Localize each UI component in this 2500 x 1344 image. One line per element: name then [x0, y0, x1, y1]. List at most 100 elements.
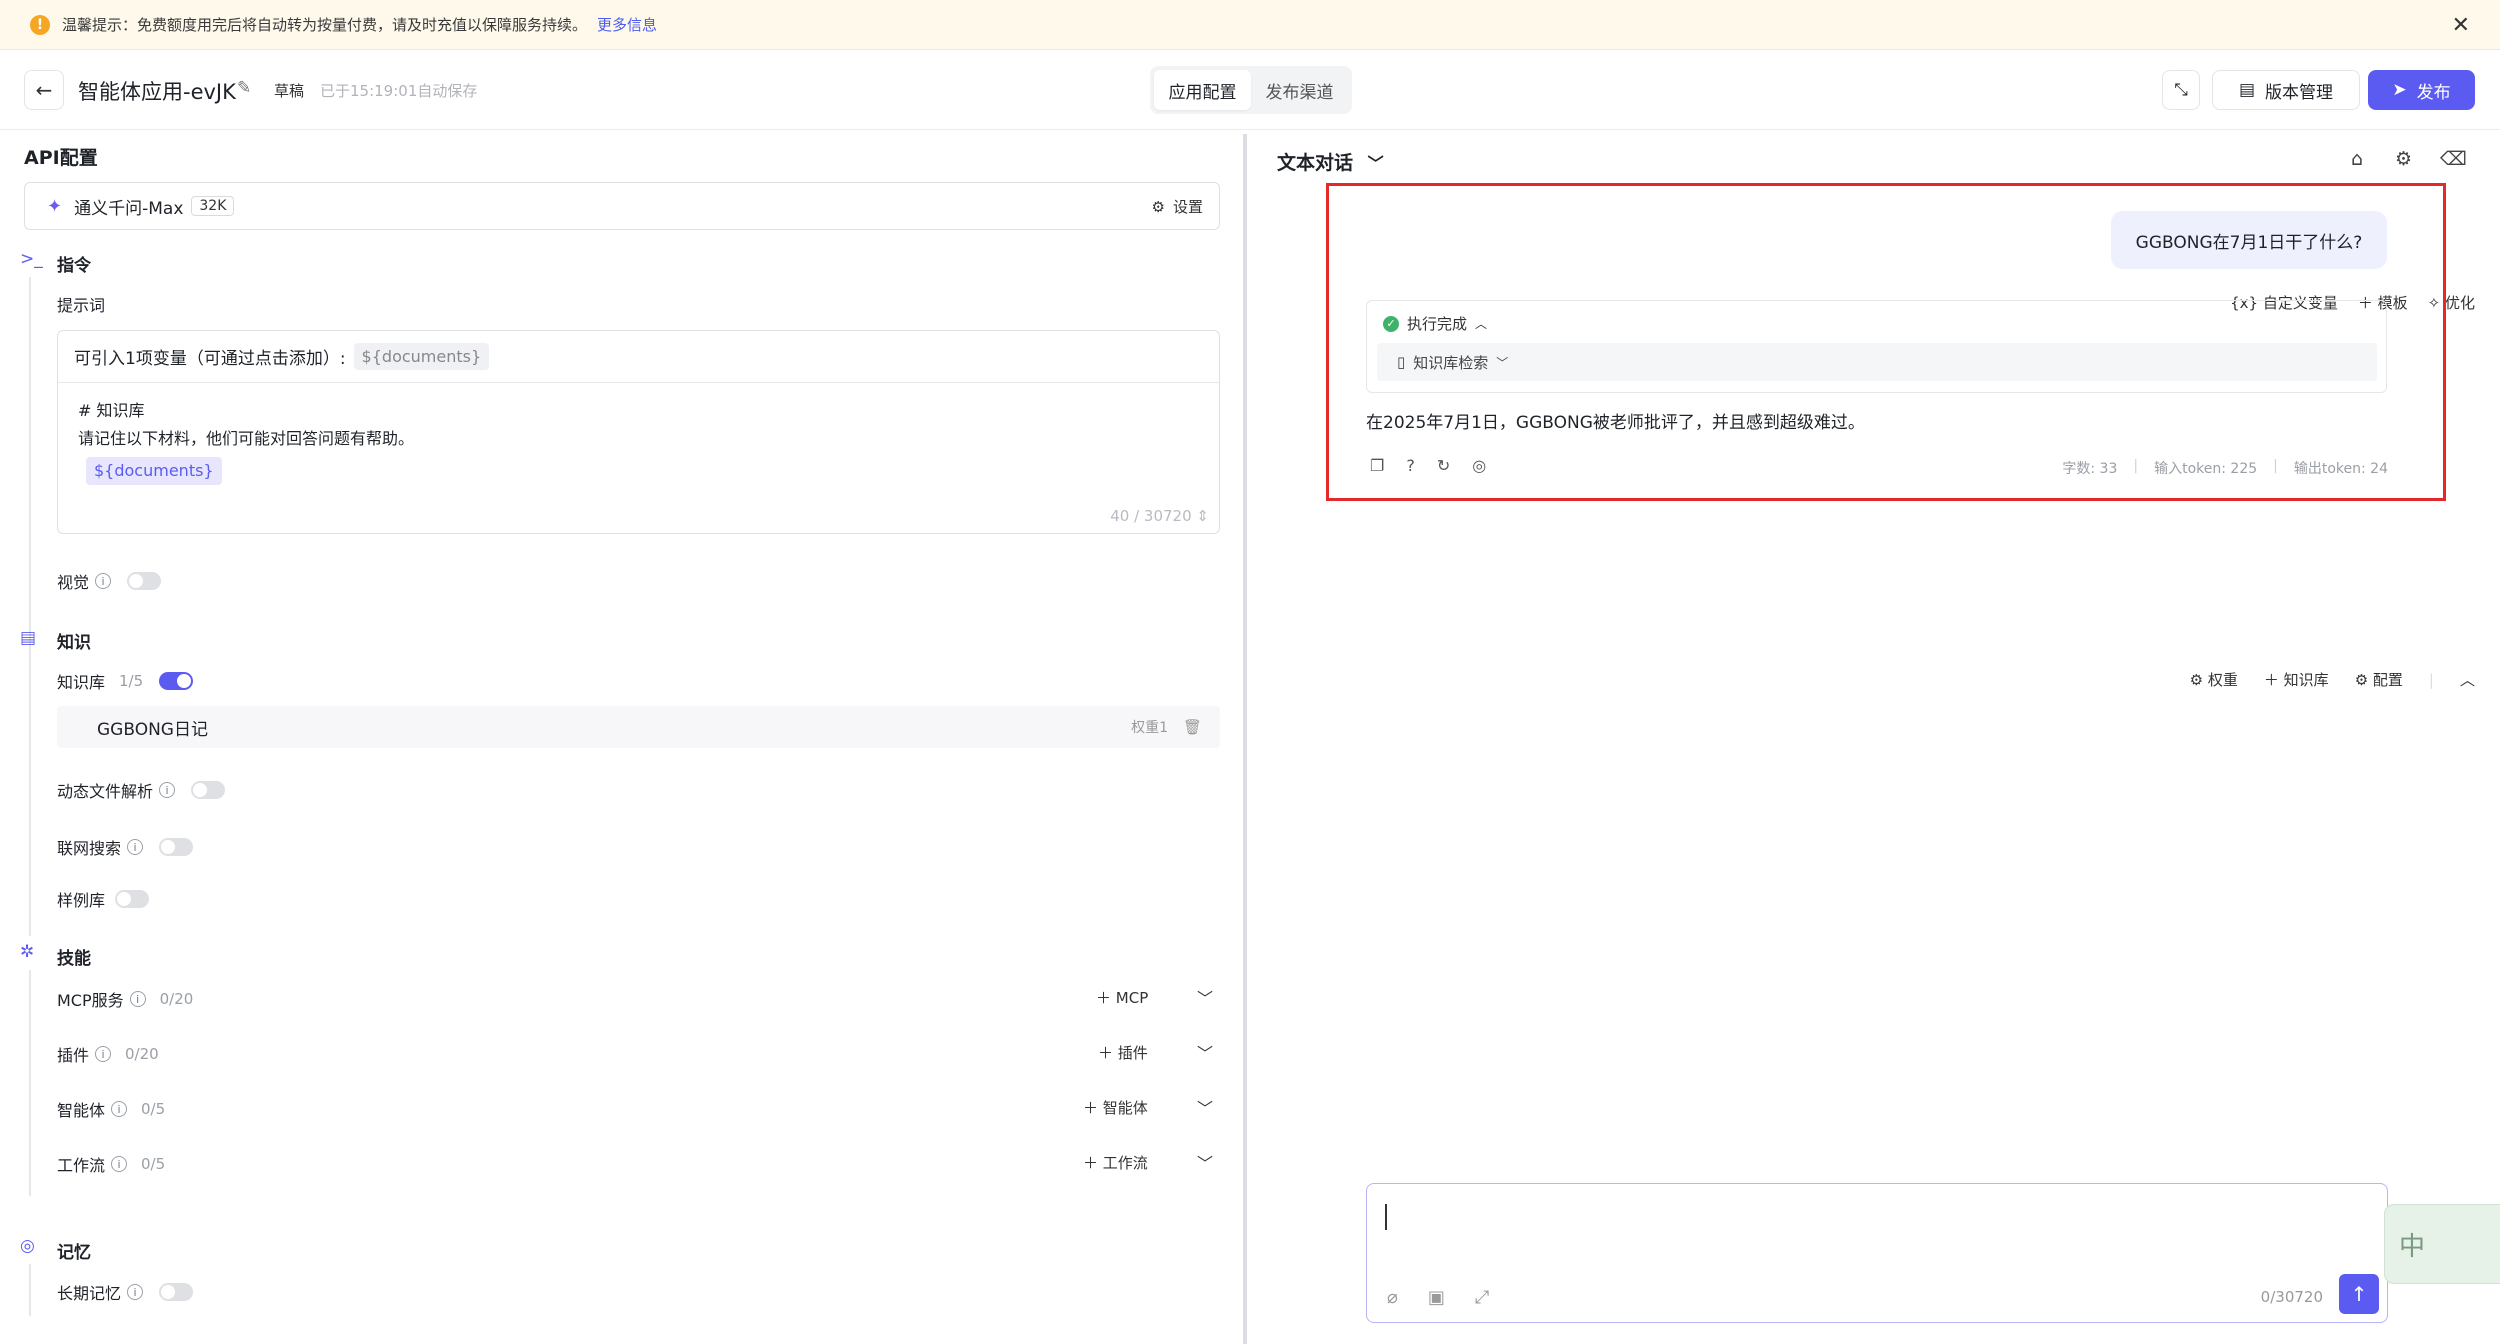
broom-icon[interactable]: ⌫ — [2440, 148, 2467, 170]
clear-icon[interactable]: ⌂ — [2351, 148, 2363, 170]
chevron-down-icon[interactable]: ﹀ — [1197, 1095, 1213, 1119]
notice-bar: ! 温馨提示：免费额度用完后将自动转为按量付费，请及时充值以保障服务持续。 更多… — [0, 0, 2500, 50]
long-term-memory-toggle[interactable] — [159, 1283, 194, 1301]
edit-icon[interactable]: ✎ — [237, 78, 251, 98]
optimize-label: 优化 — [2444, 294, 2475, 312]
info-icon[interactable]: i — [127, 839, 144, 855]
collapse-button[interactable]: ⤡ — [2162, 70, 2200, 110]
add-plugin-button[interactable]: ＋ 插件 — [1098, 1042, 1148, 1063]
info-icon[interactable]: i — [127, 1284, 144, 1300]
prompt-count-value: 40 / 30720 — [1110, 507, 1192, 525]
model-selector[interactable]: ✦ 通义千问-Max 32K ⚙ 设置 — [24, 182, 1220, 230]
refresh-icon[interactable]: ↻ — [1437, 456, 1450, 475]
model-name: 通义千问-Max — [74, 198, 184, 219]
instruction-title: 指令 — [57, 256, 91, 276]
plus-icon: ＋ — [1096, 989, 1116, 1007]
panel-resizer[interactable] — [1243, 134, 1247, 1344]
prompt-text[interactable]: # 知识库 请记住以下材料，他们可能对回答问题有帮助。 ${documents} — [58, 383, 1219, 499]
documents-chip[interactable]: ${documents} — [86, 457, 222, 485]
ime-icon: 中 — [2399, 1231, 2426, 1262]
kb-count: 1/5 — [119, 672, 144, 690]
chat-mode-selector[interactable]: 文本对话 ﹀ — [1277, 148, 1384, 175]
execution-status-label: 执行完成 — [1407, 315, 1468, 333]
chevron-down-icon[interactable]: ﹀ — [1197, 1150, 1213, 1174]
add-kb-button[interactable]: ＋ 知识库 — [2264, 669, 2329, 690]
send-button[interactable]: ↑ — [2339, 1274, 2379, 1314]
expand-icon[interactable]: ⇕ — [1196, 507, 1209, 525]
agent-row: 智能体 i 0/5 — [57, 1097, 165, 1121]
chevron-down-icon[interactable]: ﹀ — [1197, 1040, 1213, 1064]
separator: | — [2273, 458, 2278, 474]
long-term-memory-label: 长期记忆 — [57, 1284, 122, 1303]
plus-icon: ＋ — [1098, 1044, 1118, 1062]
model-settings-button[interactable]: ⚙ 设置 — [1152, 196, 1203, 217]
chevron-down-icon[interactable]: ﹀ — [1197, 985, 1213, 1009]
execution-card: ✓ 执行完成 ︿ ▯ 知识库检索 ﹀ — [1366, 300, 2387, 393]
memory-title: 记忆 — [57, 1243, 91, 1263]
text-caret — [1385, 1204, 1387, 1230]
kb-list-item[interactable]: GGBONG日记 权重1 🗑 — [57, 706, 1220, 748]
weight-label: 权重 — [2207, 671, 2238, 689]
chat-input[interactable]: ⌀ ▣ ⤢ 0/30720 ↑ — [1366, 1183, 2388, 1323]
execution-status[interactable]: ✓ 执行完成 ︿ — [1383, 313, 1487, 334]
image-icon[interactable]: ▣ — [1428, 1287, 1445, 1308]
floating-assistant-widget[interactable]: 中 — [2384, 1204, 2500, 1284]
more-info-link[interactable]: 更多信息 — [597, 14, 657, 35]
version-button[interactable]: ▤ 版本管理 — [2212, 70, 2360, 110]
assistant-answer: 在2025年7月1日，GGBONG被老师批评了，并且感到超级难过。 — [1366, 413, 1865, 433]
dynamic-file-label: 动态文件解析 — [57, 782, 154, 801]
add-plugin-label: 插件 — [1117, 1044, 1148, 1062]
vision-toggle[interactable] — [127, 572, 162, 590]
prompt-line: 请记住以下材料，他们可能对回答问题有帮助。 — [78, 429, 415, 448]
back-button[interactable]: ← — [24, 70, 64, 110]
info-icon[interactable]: i — [95, 573, 112, 589]
trash-icon[interactable]: 🗑 — [1183, 718, 1202, 736]
attachment-icon[interactable]: ⌀ — [1387, 1287, 1398, 1308]
weight-button[interactable]: ⚙ 权重 — [2190, 669, 2238, 690]
close-icon[interactable]: ✕ — [2452, 13, 2470, 38]
info-icon[interactable]: i — [95, 1046, 112, 1062]
add-mcp-button[interactable]: ＋ MCP — [1096, 987, 1148, 1008]
copy-icon[interactable]: ❐ — [1370, 456, 1384, 475]
warning-icon: ! — [30, 14, 50, 35]
mcp-row: MCP服务 i 0/20 — [57, 987, 193, 1011]
info-icon[interactable]: i — [129, 991, 146, 1007]
prompt-editor[interactable]: 可引入1项变量（可通过点击添加）: ${documents} # 知识库 请记住… — [57, 330, 1220, 534]
kb-toggle[interactable] — [159, 672, 194, 690]
dynamic-file-row: 动态文件解析 i — [57, 778, 226, 802]
draft-badge: 草稿 — [274, 82, 305, 100]
examples-toggle[interactable] — [115, 890, 150, 908]
chat-mode-label: 文本对话 — [1277, 152, 1354, 174]
plugin-label: 插件 — [57, 1046, 90, 1065]
workflow-label: 工作流 — [57, 1156, 106, 1175]
workflow-count: 0/5 — [141, 1155, 166, 1173]
info-icon[interactable]: i — [159, 782, 176, 798]
notice-text: 温馨提示：免费额度用完后将自动转为按量付费，请及时充值以保障服务持续。 — [62, 16, 588, 34]
tab-app-config[interactable]: 应用配置 — [1154, 70, 1251, 110]
gear-icon[interactable]: ⚙ — [2395, 148, 2412, 170]
chevron-up-icon[interactable]: ︿ — [2460, 669, 2475, 690]
char-count: 字数: 33 — [2062, 461, 2118, 477]
expand-icon[interactable]: ⤢ — [1475, 1287, 1489, 1308]
plugin-count: 0/20 — [125, 1045, 159, 1063]
info-icon[interactable]: i — [111, 1101, 128, 1117]
help-icon[interactable]: ? — [1406, 456, 1415, 475]
tab-publish-channel[interactable]: 发布渠道 — [1251, 70, 1348, 110]
add-workflow-button[interactable]: ＋ 工作流 — [1083, 1152, 1148, 1173]
kb-config-button[interactable]: ⚙ 配置 — [2355, 669, 2403, 690]
variable-chip[interactable]: ${documents} — [353, 343, 490, 370]
target-icon[interactable]: ◎ — [1472, 456, 1486, 475]
collapse-icon: ⤡ — [2174, 80, 2188, 100]
publish-button[interactable]: ➤ 发布 — [2368, 70, 2475, 110]
input-tools: ⌀ ▣ ⤢ — [1387, 1287, 1489, 1308]
app-name: 智能体应用-evJK — [78, 80, 236, 104]
add-agent-button[interactable]: ＋ 智能体 — [1083, 1097, 1148, 1118]
info-icon[interactable]: i — [111, 1156, 128, 1172]
memory-guide-line — [29, 1264, 31, 1316]
prompt-char-count: 40 / 30720 ⇕ — [1110, 507, 1209, 525]
execution-step[interactable]: ▯ 知识库检索 ﹀ — [1377, 343, 2377, 381]
skills-title: 技能 — [57, 949, 91, 969]
dynamic-file-toggle[interactable] — [191, 781, 226, 799]
web-search-toggle[interactable] — [159, 838, 194, 856]
input-char-count: 0/30720 — [2260, 1288, 2323, 1306]
